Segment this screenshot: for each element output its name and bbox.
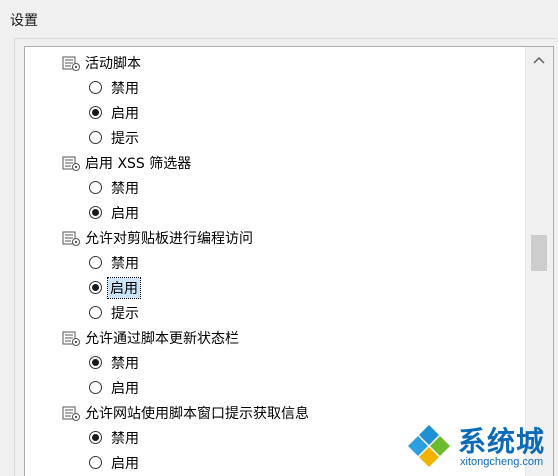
radio-label[interactable]: 禁用 (111, 178, 139, 198)
radio-label[interactable]: 禁用 (111, 78, 139, 98)
script-settings-icon (62, 156, 80, 171)
radio-option[interactable]: 禁用 (89, 350, 139, 375)
radio-label[interactable]: 提示 (111, 303, 139, 323)
radio-button[interactable] (89, 256, 102, 269)
setting-label: 启用 XSS 筛选器 (85, 155, 192, 172)
radio-selected-dot (92, 434, 99, 441)
watermark-url: xitongcheng.com (460, 456, 544, 468)
setting-status-bar-script: 允许通过脚本更新状态栏 (61, 325, 239, 350)
radio-button[interactable] (89, 381, 102, 394)
setting-active-scripting: 活动脚本 (61, 50, 141, 75)
radio-button[interactable] (89, 281, 102, 294)
setting-label: 允许网站使用脚本窗口提示获取信息 (85, 405, 309, 422)
radio-button[interactable] (89, 206, 102, 219)
radio-label[interactable]: 启用 (111, 453, 139, 473)
radio-label[interactable]: 启用 (111, 203, 139, 223)
script-settings-icon (62, 331, 80, 346)
setting-label: 允许通过脚本更新状态栏 (85, 330, 239, 347)
radio-selected-dot (92, 359, 99, 366)
radio-label-focused[interactable]: 启用 (107, 276, 141, 299)
radio-option[interactable]: 启用 (89, 450, 139, 475)
radio-selected-dot (92, 209, 99, 216)
radio-selected-dot (92, 284, 99, 291)
watermark-logo-icon (405, 422, 453, 470)
setting-clipboard-access: 允许对剪贴板进行编程访问 (61, 225, 253, 250)
radio-option[interactable]: 启用 (89, 275, 141, 300)
radio-option[interactable]: 禁用 (89, 250, 139, 275)
radio-label[interactable]: 禁用 (111, 353, 139, 373)
group-title: 设置 (10, 13, 38, 29)
radio-button[interactable] (89, 431, 102, 444)
radio-option[interactable]: 提示 (89, 125, 139, 150)
radio-option[interactable]: 启用 (89, 375, 139, 400)
script-settings-icon (62, 56, 80, 71)
radio-option[interactable]: 禁用 (89, 175, 139, 200)
setting-label: 活动脚本 (85, 55, 141, 72)
radio-button[interactable] (89, 81, 102, 94)
radio-option[interactable]: 启用 (89, 200, 139, 225)
script-settings-icon (62, 231, 80, 246)
watermark: 系统城 xitongcheng.com (400, 418, 558, 475)
radio-option[interactable]: 提示 (89, 300, 139, 325)
radio-label[interactable]: 启用 (111, 378, 139, 398)
radio-option[interactable]: 启用 (89, 100, 139, 125)
radio-button[interactable] (89, 456, 102, 469)
scroll-up-arrow-icon[interactable] (533, 55, 545, 65)
radio-button[interactable] (89, 356, 102, 369)
radio-label[interactable]: 禁用 (111, 428, 139, 448)
scrollbar-thumb[interactable] (531, 235, 547, 271)
vertical-scrollbar[interactable] (525, 47, 553, 476)
radio-button[interactable] (89, 131, 102, 144)
setting-script-prompt: 允许网站使用脚本窗口提示获取信息 (61, 400, 309, 425)
radio-button[interactable] (89, 181, 102, 194)
script-settings-icon (62, 406, 80, 421)
radio-button[interactable] (89, 306, 102, 319)
setting-label: 允许对剪贴板进行编程访问 (85, 230, 253, 247)
radio-option[interactable]: 禁用 (89, 425, 139, 450)
radio-selected-dot (92, 109, 99, 116)
radio-label[interactable]: 提示 (111, 128, 139, 148)
radio-label[interactable]: 禁用 (111, 253, 139, 273)
radio-button[interactable] (89, 106, 102, 119)
radio-option[interactable]: 禁用 (89, 75, 139, 100)
watermark-name: 系统城 (458, 426, 546, 457)
setting-xss-filter: 启用 XSS 筛选器 (61, 150, 191, 175)
radio-label[interactable]: 启用 (111, 103, 139, 123)
settings-list[interactable]: 活动脚本 禁用 启用 提示 启用 XSS 筛选器 禁用 启用 允许对剪贴板进行编… (24, 46, 554, 476)
